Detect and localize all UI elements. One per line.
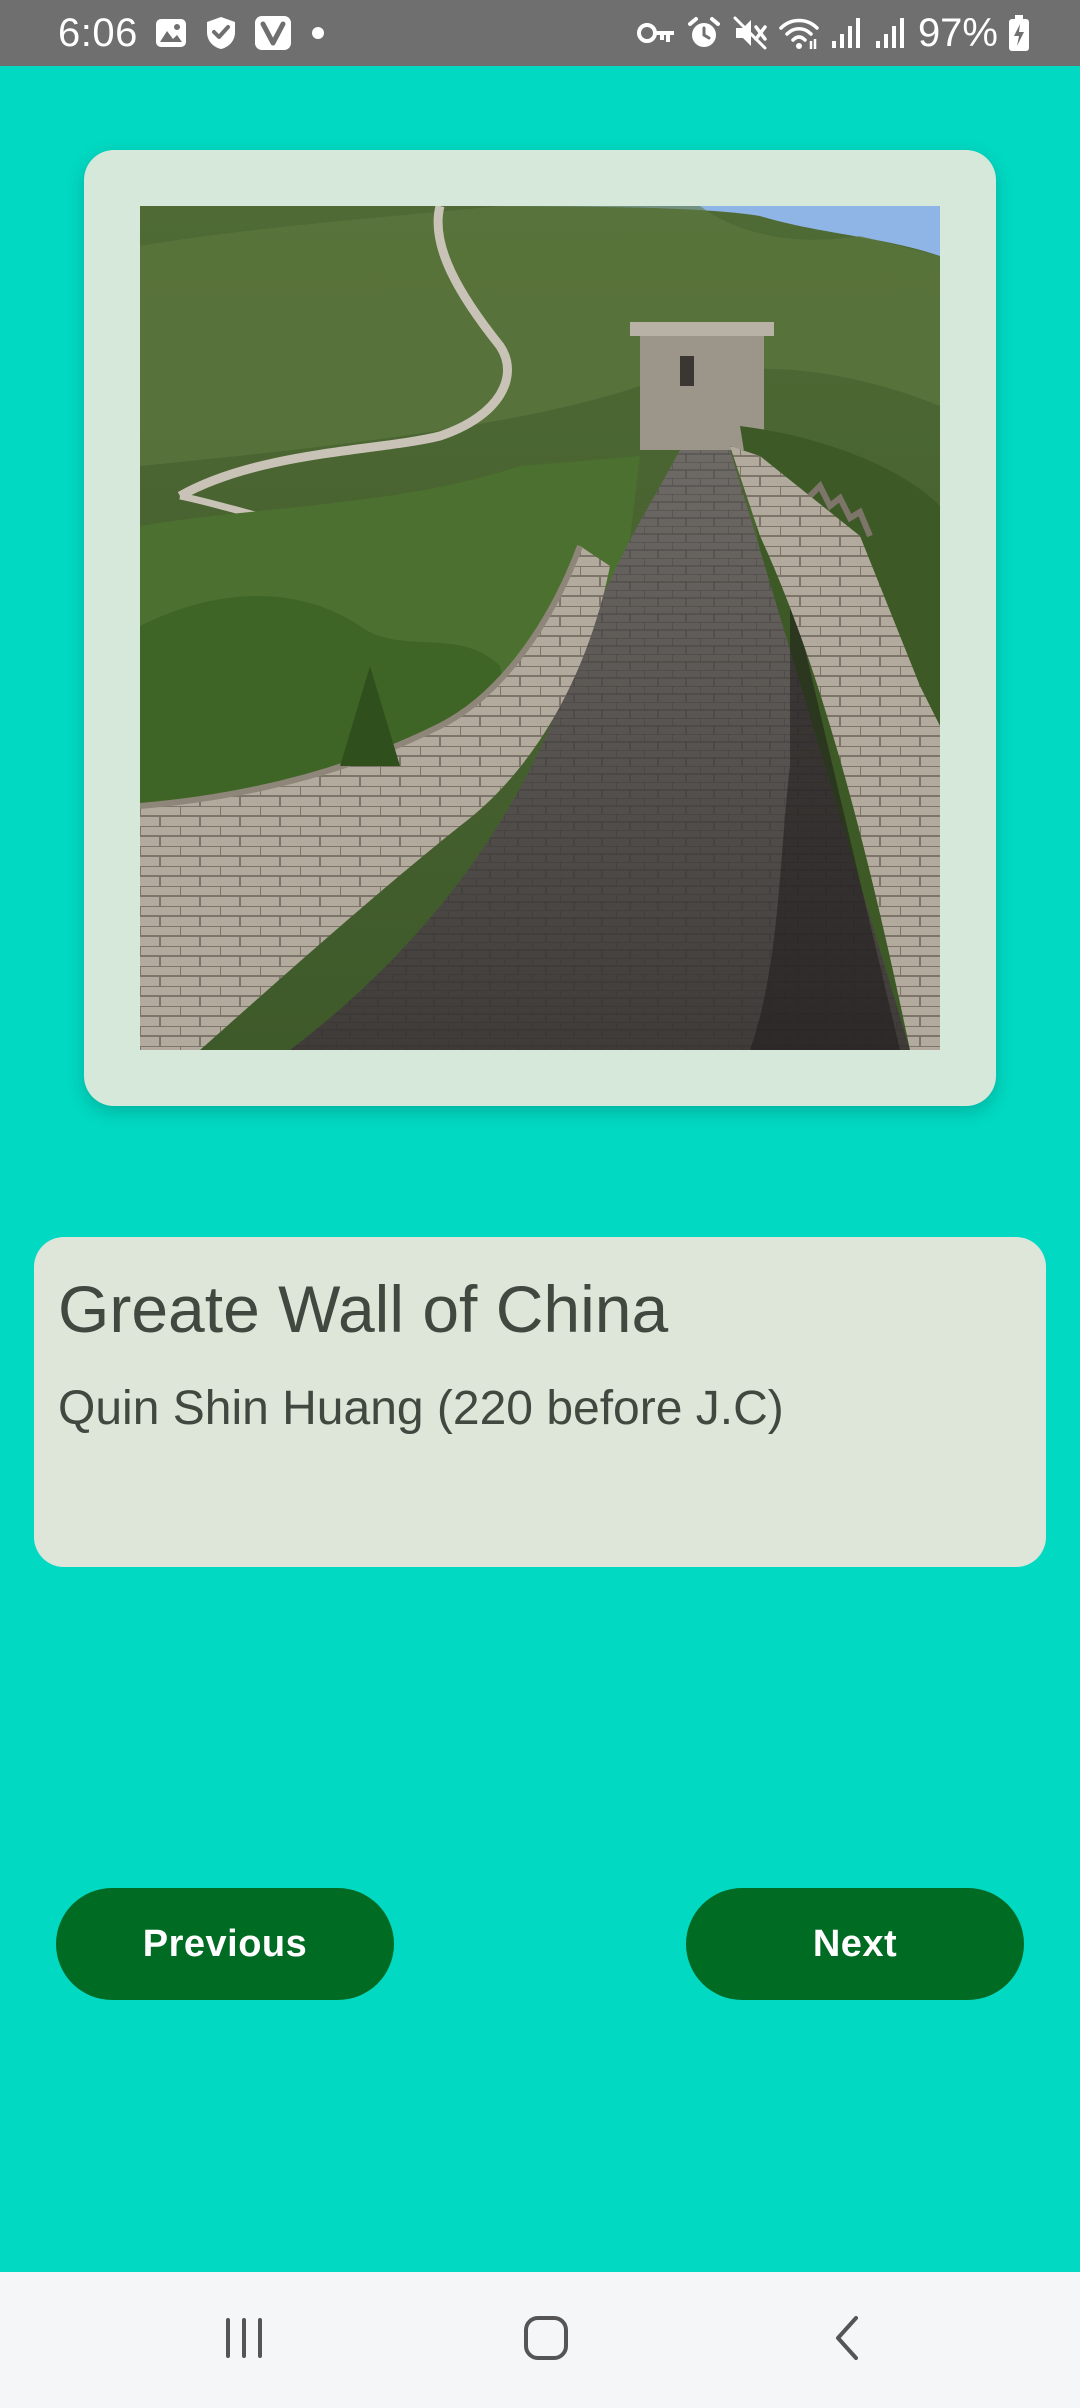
home-button[interactable] [486,2310,606,2370]
battery-percent: 97% [917,11,998,55]
landmark-title: Greate Wall of China [58,1272,669,1346]
landmark-image-card [84,150,996,1106]
signal-icon [830,16,864,50]
shield-check-icon [204,15,238,51]
wifi-icon [778,15,820,51]
recents-icon [220,2316,268,2365]
status-bar: 6:06 97% [0,0,1080,66]
vpn-key-icon [636,18,676,48]
landmark-info-card: Greate Wall of China Quin Shin Huang (22… [34,1237,1046,1567]
signal-icon [874,16,908,50]
great-wall-photo [140,206,940,1050]
status-time: 6:06 [58,11,138,55]
dot-icon [308,23,328,43]
image-notification-icon [154,16,188,50]
next-button[interactable]: Next [686,1888,1024,2000]
mute-icon [732,15,768,51]
v-app-icon [254,15,292,51]
battery-charging-icon [1008,14,1030,52]
previous-button[interactable]: Previous [56,1888,394,2000]
status-right-group: 97% [636,0,1030,66]
back-button[interactable] [788,2310,908,2370]
system-navigation-bar [0,2272,1080,2408]
recents-button[interactable] [184,2310,304,2370]
status-left-group: 6:06 [58,0,328,66]
home-icon [522,2314,570,2367]
back-icon [830,2314,866,2367]
landmark-builder: Quin Shin Huang (220 before J.C) [58,1382,784,1435]
alarm-icon [686,15,722,51]
